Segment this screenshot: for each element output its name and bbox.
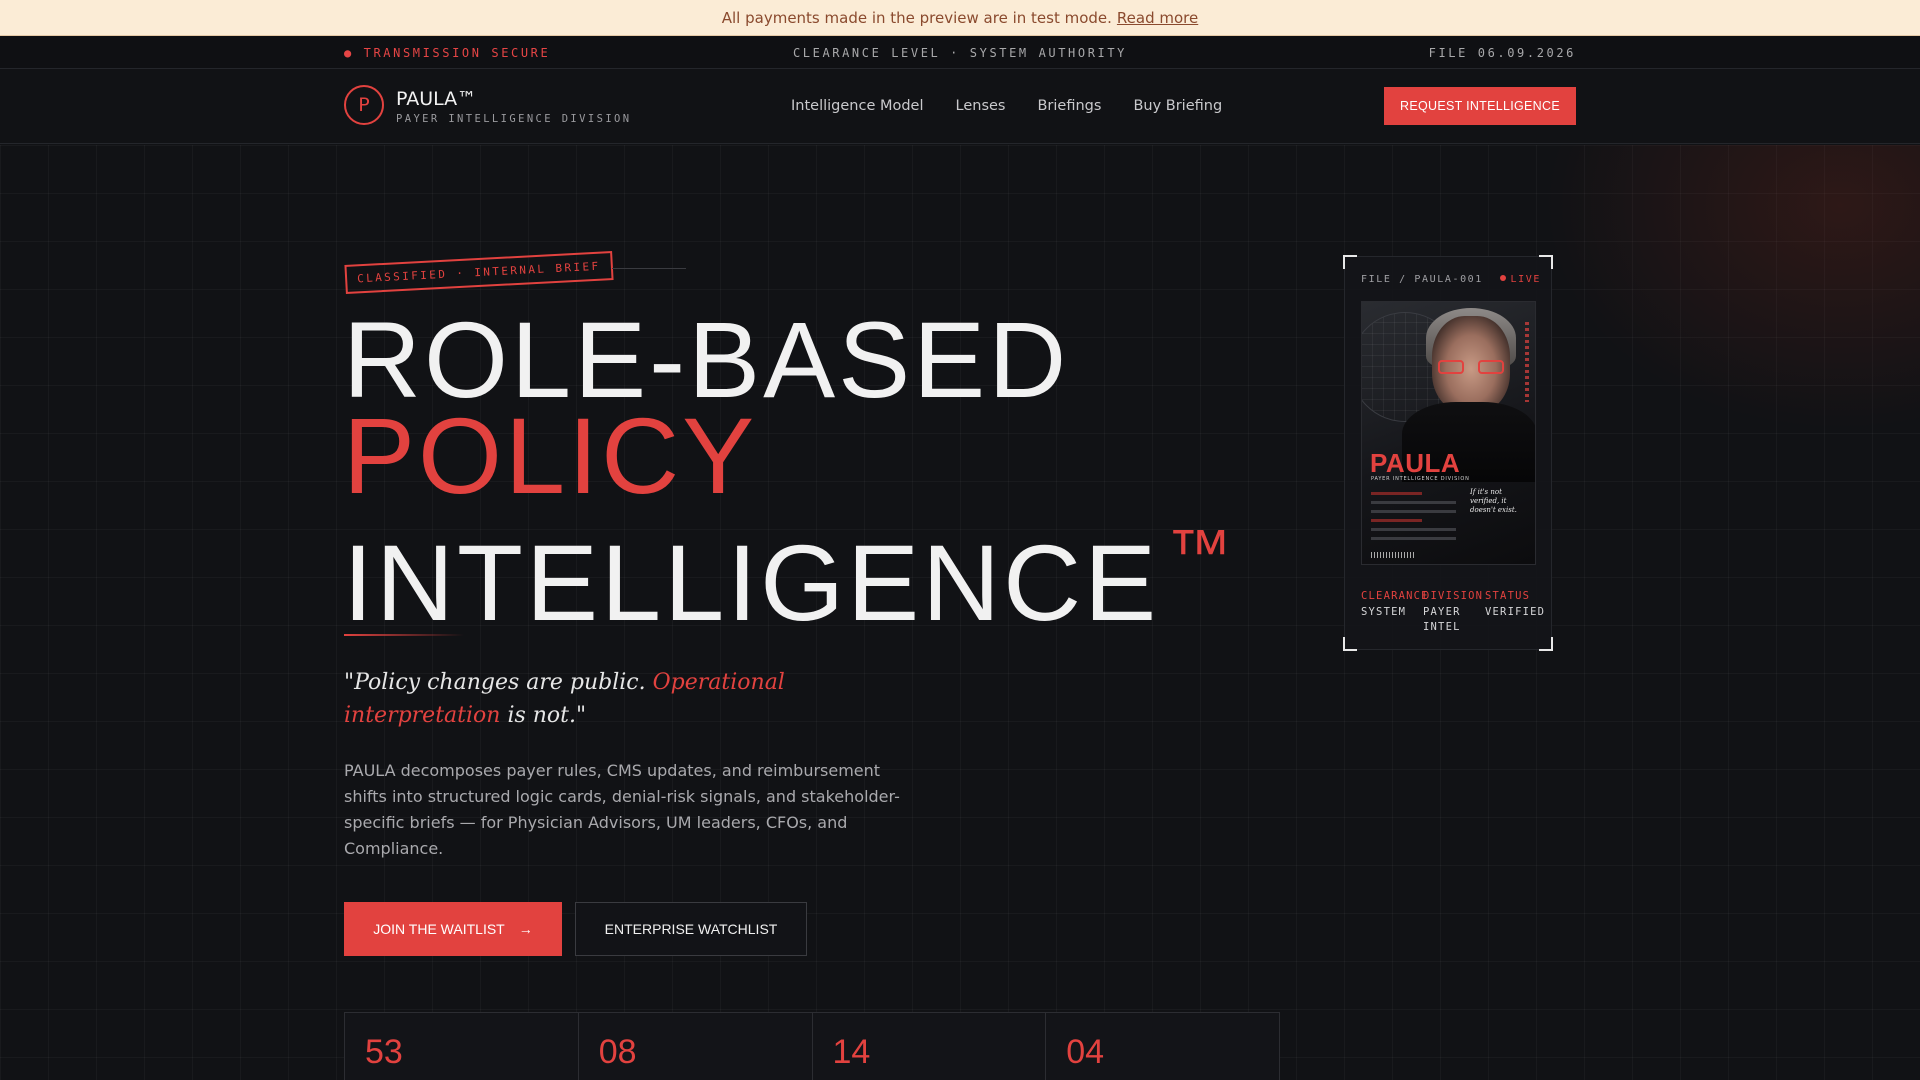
barcode-icon <box>1371 552 1415 558</box>
join-waitlist-button[interactable]: JOIN THE WAITLIST → <box>344 902 562 956</box>
stat-item: 14 <box>813 1013 1047 1080</box>
hero-headline: ROLE-BASED POLICY INTELLIGENCE ™ <box>343 299 1235 637</box>
poster-side-marks <box>1525 322 1529 402</box>
stat-item: 04 <box>1046 1013 1279 1080</box>
meta-key: STATUS <box>1485 590 1531 602</box>
hero-quote: "Policy changes are public. Operational … <box>344 666 924 732</box>
brand-name[interactable]: PAULA™ <box>396 88 476 110</box>
nav-link-buy-briefing[interactable]: Buy Briefing <box>1133 98 1222 114</box>
request-intelligence-button[interactable]: REQUEST INTELLIGENCE <box>1384 87 1576 125</box>
nav-link-lenses[interactable]: Lenses <box>956 98 1006 114</box>
file-label: FILE / PAULA-001 <box>1361 274 1483 285</box>
stamp-divider <box>612 268 686 269</box>
clearance-level: CLEARANCE LEVEL · SYSTEM AUTHORITY <box>792 46 1128 60</box>
join-waitlist-label: JOIN THE WAITLIST <box>373 921 505 937</box>
logo-letter: P <box>358 94 370 116</box>
trademark-symbol: ™ <box>1167 516 1235 588</box>
meta-key: DIVISION <box>1423 590 1484 602</box>
headline-line-3: INTELLIGENCE <box>343 522 1160 643</box>
status-bar: ● TRANSMISSION SECURE CLEARANCE LEVEL · … <box>0 36 1920 69</box>
headline-divider <box>344 634 464 636</box>
nav-link-intelligence-model[interactable]: Intelligence Model <box>791 98 924 114</box>
corner-bracket-icon <box>1539 255 1553 269</box>
main-navigation: P PAULA™ PAYER INTELLIGENCE DIVISION Int… <box>0 69 1920 144</box>
meta-value: SYSTEM <box>1361 606 1407 618</box>
nav-link-briefings[interactable]: Briefings <box>1037 98 1101 114</box>
meta-clearance: CLEARANCE SYSTEM <box>1361 590 1429 635</box>
poster-subtitle: PAYER INTELLIGENCE DIVISION <box>1371 476 1470 482</box>
file-meta: CLEARANCE SYSTEM DIVISION PAYER INTEL ST… <box>1361 590 1551 635</box>
poster-quote: If it's not verified, it doesn't exist. <box>1470 488 1517 514</box>
stat-value: 53 <box>365 1033 403 1071</box>
file-date: FILE 06.09.2026 <box>1428 46 1576 60</box>
meta-division: DIVISION PAYER INTEL <box>1423 590 1485 635</box>
arrow-right-icon: → <box>518 921 533 937</box>
file-card: FILE / PAULA-001 LIVE PAULA PAYER INTELL… <box>1343 255 1553 651</box>
banner-read-more-link[interactable]: Read more <box>1117 9 1198 27</box>
file-card-header: FILE / PAULA-001 LIVE <box>1361 274 1541 285</box>
enterprise-watchlist-button[interactable]: ENTERPRISE WATCHLIST <box>575 902 807 956</box>
live-badge: LIVE <box>1499 274 1541 285</box>
headline-line-3-wrap: INTELLIGENCE ™ <box>343 504 1235 637</box>
meta-key: CLEARANCE <box>1361 590 1429 602</box>
meta-value: VERIFIED <box>1485 606 1546 618</box>
corner-bracket-icon <box>1539 637 1553 651</box>
headline-line-1: ROLE-BASED <box>343 299 1070 420</box>
brand-subtitle: PAYER INTELLIGENCE DIVISION <box>396 113 632 125</box>
quote-part-1: "Policy changes are public. <box>344 670 653 695</box>
glasses-icon <box>1438 360 1504 374</box>
paula-poster-image: PAULA PAYER INTELLIGENCE DIVISION If it'… <box>1361 301 1536 565</box>
stat-value: 04 <box>1066 1033 1105 1071</box>
stats-strip: 53 08 14 04 <box>344 1012 1280 1080</box>
test-mode-banner: All payments made in the preview are in … <box>0 0 1920 36</box>
live-status: LIVE <box>1510 274 1541 285</box>
logo-icon[interactable]: P <box>344 85 384 125</box>
poster-detail-lines <box>1371 492 1456 546</box>
poster-name: PAULA <box>1370 448 1461 478</box>
stat-value: 14 <box>832 1033 871 1071</box>
stat-value: 08 <box>598 1033 637 1071</box>
stat-item: 08 <box>579 1013 813 1080</box>
meta-value: PAYER INTEL <box>1423 606 1461 633</box>
corner-bracket-icon <box>1343 255 1357 269</box>
live-dot-icon <box>1499 275 1506 281</box>
banner-text: All payments made in the preview are in … <box>721 8 1112 27</box>
corner-bracket-icon <box>1343 637 1357 651</box>
stat-item: 53 <box>345 1013 579 1080</box>
meta-status: STATUS VERIFIED <box>1485 590 1547 635</box>
hero-description: PAULA decomposes payer rules, CMS update… <box>344 761 900 858</box>
nav-links: Intelligence Model Lenses Briefings Buy … <box>791 98 1222 114</box>
headline-line-2: POLICY <box>343 395 758 516</box>
quote-part-2: is not." <box>500 703 587 728</box>
